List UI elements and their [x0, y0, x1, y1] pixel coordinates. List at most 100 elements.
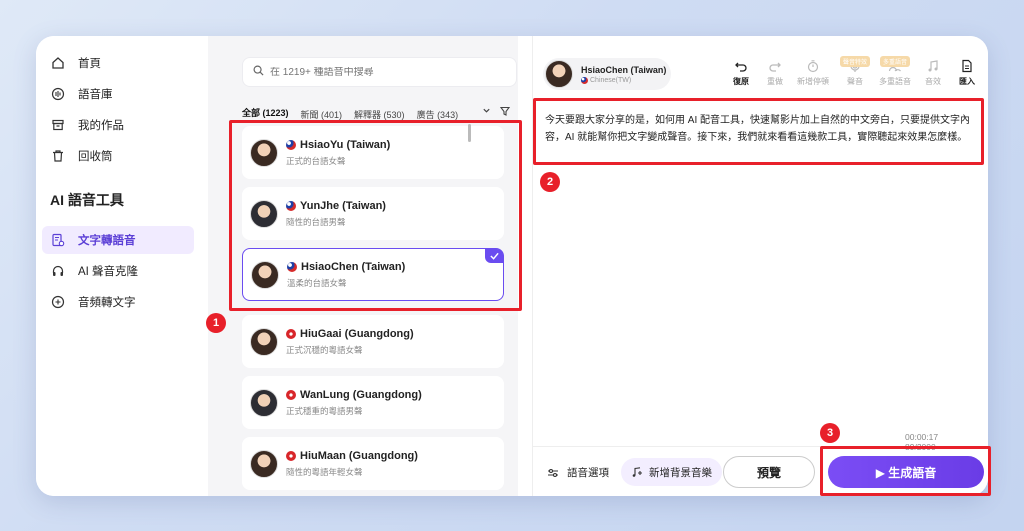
- avatar: [250, 327, 278, 356]
- sidebar-item-voice-clone[interactable]: AI 聲音克隆: [42, 257, 194, 285]
- add-bgm-button[interactable]: 新增背景音樂: [621, 458, 722, 486]
- sidebar-item-trash[interactable]: 回收筒: [42, 142, 194, 170]
- voice-description: 隨性的台語男聲: [286, 216, 346, 227]
- current-speaker-chip[interactable]: HsiaoChen (Taiwan) Chinese(TW): [543, 58, 671, 90]
- voice-effect-label: 聲音: [847, 77, 863, 86]
- import-button[interactable]: 匯入: [949, 56, 985, 94]
- avatar: [251, 260, 279, 289]
- voice-description: 正式沉穩的粵語女聲: [286, 344, 363, 355]
- trash-icon: [50, 148, 66, 164]
- avatar: [545, 60, 573, 88]
- voice-name: HsiaoChen (Taiwan): [301, 260, 406, 273]
- hongkong-flag-icon: [286, 389, 296, 400]
- app-window: 首頁 語音庫 我的作品 回收筒 AI 語音工具 文字轉語音 AI 聲音克隆 音頻…: [36, 36, 988, 496]
- sidebar-item-label: 語音庫: [78, 89, 113, 101]
- multi-voice-badge: 多重語音: [879, 56, 910, 67]
- taiwan-flag-icon: [287, 261, 297, 272]
- voice-search-input[interactable]: [270, 66, 500, 78]
- duration-readout: 00:00:17: [905, 432, 939, 442]
- voice-card-hiumaan[interactable]: HiuMaan (Guangdong) 隨性的粵語年輕女聲: [242, 437, 504, 490]
- voice-effect-button[interactable]: 聲音特效 聲音: [837, 56, 873, 94]
- voice-name: WanLung (Guangdong): [300, 388, 422, 401]
- sidebar-item-sound-library[interactable]: 語音庫: [42, 80, 194, 108]
- voice-name: HiuGaai (Guangdong): [300, 327, 414, 340]
- script-text-area[interactable]: 今天要跟大家分享的是，如何用 AI 配音工具，快速幫影片加上自然的中文旁白，只要…: [541, 106, 981, 166]
- voice-description: 隨性的粵語年輕女聲: [286, 466, 363, 477]
- annotation-marker-2: 2: [540, 172, 560, 192]
- speaker-name: HsiaoChen (Taiwan): [581, 64, 667, 75]
- sound-effect-label: 音效: [925, 77, 941, 86]
- section-title: AI 語音工具: [50, 192, 124, 208]
- redo-icon: [768, 56, 782, 76]
- voice-card-wanlung[interactable]: WanLung (Guangdong) 正式穩重的粵語男聲: [242, 376, 504, 429]
- add-pause-button[interactable]: 新增停頓: [795, 56, 831, 94]
- timer-icon: [806, 56, 820, 76]
- chevron-down-icon[interactable]: [482, 106, 491, 117]
- avatar: [250, 199, 278, 228]
- taiwan-flag-icon: [286, 200, 296, 211]
- voice-card-yunjhe[interactable]: YunJhe (Taiwan) 隨性的台語男聲: [242, 187, 504, 240]
- sound-effect-button[interactable]: 音效: [915, 56, 951, 94]
- undo-button[interactable]: 復原: [723, 56, 759, 94]
- voice-effect-badge: 聲音特效: [839, 56, 870, 67]
- multi-voice-button[interactable]: 多重語音 多重語音: [877, 56, 913, 94]
- sidebar-item-label: 回收筒: [78, 151, 113, 163]
- filter-explainer[interactable]: 解釋器 (530): [354, 108, 405, 121]
- sidebar-item-label: 文字轉語音: [78, 235, 136, 247]
- text-editor-panel: HsiaoChen (Taiwan) Chinese(TW) 復原 重做 新增停…: [532, 36, 988, 496]
- sidebar-item-label: 首頁: [78, 58, 101, 70]
- voice-description: 正式的台語女聲: [286, 155, 346, 166]
- sidebar-item-label: 音頻轉文字: [78, 297, 136, 309]
- home-icon: [50, 55, 66, 71]
- sidebar-item-label: AI 聲音克隆: [78, 266, 139, 278]
- speaker-language: Chinese(TW): [590, 76, 632, 84]
- audio-to-text-icon: [50, 294, 66, 310]
- music-note-icon: [926, 56, 940, 76]
- sidebar-item-text-to-speech[interactable]: 文字轉語音: [42, 226, 194, 254]
- sidebar-item-my-works[interactable]: 我的作品: [42, 111, 194, 139]
- redo-label: 重做: [767, 77, 783, 86]
- voice-name: HsiaoYu (Taiwan): [300, 138, 391, 151]
- music-plus-icon: [631, 466, 643, 478]
- voice-name: HiuMaan (Guangdong): [300, 449, 418, 462]
- voice-description: 正式穩重的粵語男聲: [286, 405, 363, 416]
- sound-library-icon: [50, 86, 66, 102]
- action-bar: 語音選項 新增背景音樂 預覽 ▶ 生成語音: [533, 446, 988, 496]
- filter-all[interactable]: 全部 (1223): [242, 106, 289, 123]
- filter-news[interactable]: 新聞 (401): [301, 108, 343, 121]
- sidebar-item-home[interactable]: 首頁: [42, 49, 194, 77]
- voice-card-hiugaai[interactable]: HiuGaai (Guangdong) 正式沉穩的粵語女聲: [242, 315, 504, 368]
- sidebar: 首頁 語音庫 我的作品 回收筒 AI 語音工具 文字轉語音 AI 聲音克隆 音頻…: [36, 36, 208, 496]
- filter-funnel-icon[interactable]: [499, 106, 511, 118]
- hongkong-flag-icon: [286, 328, 296, 339]
- headphones-icon: [50, 263, 66, 279]
- voice-search-box[interactable]: [242, 57, 517, 87]
- avatar: [250, 138, 278, 167]
- add-bgm-label: 新增背景音樂: [649, 466, 712, 479]
- voice-card-hsiaoyu[interactable]: HsiaoYu (Taiwan) 正式的台語女聲: [242, 126, 504, 179]
- import-file-icon: [960, 56, 974, 76]
- voice-card-hsiaochen[interactable]: HsiaoChen (Taiwan) 溫柔的台語女聲: [242, 248, 504, 301]
- text-to-speech-icon: [50, 232, 66, 248]
- generate-speech-button[interactable]: ▶ 生成語音: [828, 456, 984, 488]
- annotation-marker-3: 3: [820, 423, 840, 443]
- preview-button[interactable]: 預覽: [723, 456, 815, 488]
- sliders-icon: [547, 468, 559, 478]
- selected-check-icon: [485, 249, 503, 263]
- voice-options-button[interactable]: 語音選項: [547, 465, 609, 480]
- multi-voice-label: 多重語音: [879, 77, 911, 86]
- voice-list: HsiaoYu (Taiwan) 正式的台語女聲 YunJhe (Taiwan)…: [242, 122, 504, 496]
- taiwan-flag-icon: [581, 76, 588, 84]
- hongkong-flag-icon: [286, 450, 296, 461]
- avatar: [250, 388, 278, 417]
- undo-label: 復原: [733, 77, 749, 86]
- voice-list-scrollbar[interactable]: [468, 124, 471, 142]
- voice-description: 溫柔的台語女聲: [287, 277, 347, 288]
- import-label: 匯入: [959, 77, 975, 86]
- redo-button[interactable]: 重做: [757, 56, 793, 94]
- filter-ads[interactable]: 廣告 (343): [417, 108, 459, 121]
- avatar: [250, 449, 278, 478]
- sidebar-item-audio-to-text[interactable]: 音頻轉文字: [42, 288, 194, 316]
- category-filters: 全部 (1223) 新聞 (401) 解釋器 (530) 廣告 (343): [242, 106, 522, 123]
- taiwan-flag-icon: [286, 139, 296, 150]
